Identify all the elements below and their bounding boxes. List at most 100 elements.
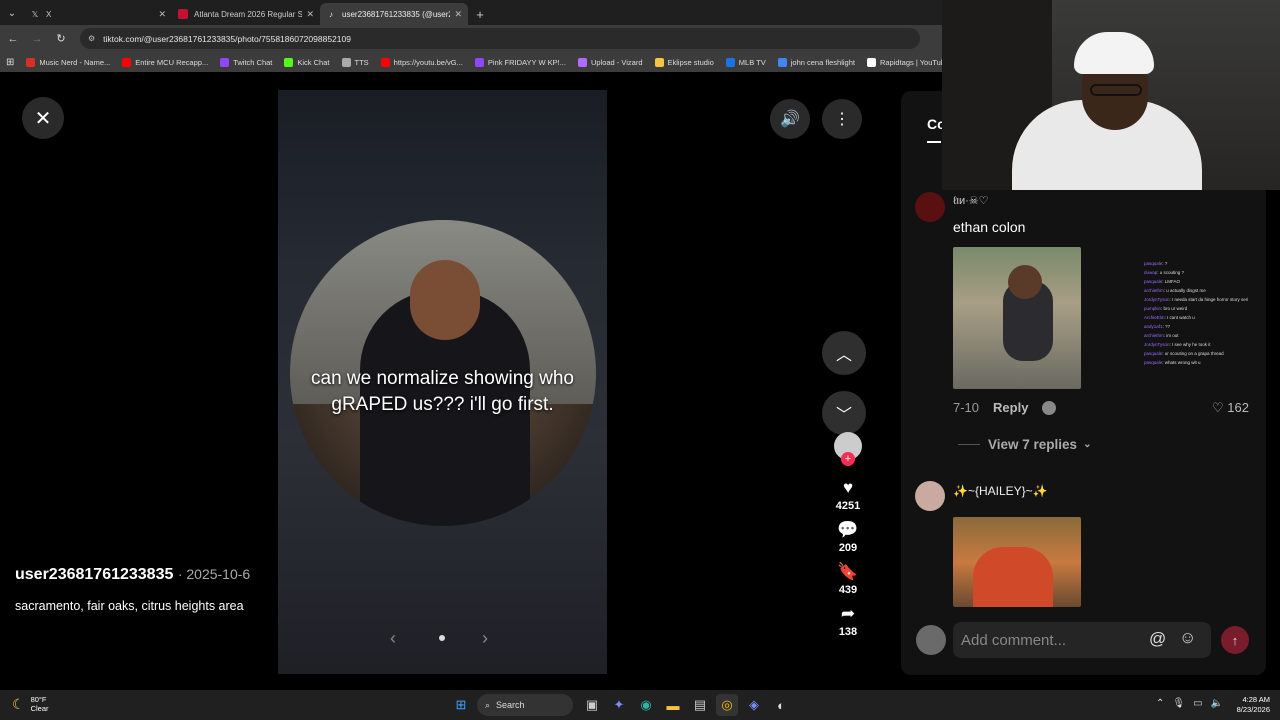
close-button[interactable]: ✕ xyxy=(22,97,64,139)
bookmark-item[interactable]: https://youtu.be/vG... xyxy=(380,57,463,67)
stream-chat-overlay: pasquale: ? duwap: u scouting ? pasquale… xyxy=(1144,259,1280,367)
chat-message: pumpkin: bro ur weird xyxy=(1144,306,1188,311)
avatar[interactable] xyxy=(915,481,945,511)
comment-username[interactable]: ✨~{HAILEY}~✨ xyxy=(953,484,1048,498)
bookmark-item[interactable]: Eklipse studio xyxy=(654,57,714,67)
share-icon: ➦ xyxy=(840,604,856,623)
chat-message: JordynTyson: I needa start da hinge horr… xyxy=(1144,297,1249,302)
chat-message: archiethm: im out xyxy=(1144,333,1179,338)
bookmark-item[interactable]: Kick Chat xyxy=(284,57,330,67)
bookmark-item[interactable]: Upload - Vizard xyxy=(577,57,643,67)
chat-message: pasquale: whats wrong wit u xyxy=(1144,360,1201,365)
apps-icon[interactable]: ⊞ xyxy=(6,57,14,68)
microphone-icon[interactable]: 🎙 xyxy=(1172,698,1185,709)
comment-button[interactable]: 💬 209 xyxy=(837,520,858,554)
weather-widget[interactable]: ☾ 80°F Clear xyxy=(12,695,49,713)
post-date: · 2025-10-6 xyxy=(177,566,251,582)
copilot-icon[interactable]: ✦ xyxy=(608,694,630,716)
carousel-prev-icon[interactable]: ‹ xyxy=(390,628,396,649)
windows-start-icon[interactable]: ⊞ xyxy=(450,694,472,716)
chat-message: JordynTyson: I see why he took it xyxy=(1144,342,1211,347)
url-bar[interactable]: ⚙ tiktok.com/@user23681761233835/photo/7… xyxy=(80,28,920,49)
site-info-icon[interactable]: ⚙ xyxy=(88,34,95,43)
comment-image[interactable] xyxy=(953,517,1081,607)
atlanta-dream-icon xyxy=(178,9,188,19)
eklipse-icon xyxy=(654,57,664,67)
webcam-overlay xyxy=(942,0,1280,190)
weather-condition: Clear xyxy=(30,704,49,713)
display-icon[interactable]: ▭ xyxy=(1193,698,1202,709)
forward-button[interactable]: → xyxy=(26,28,48,50)
bookmark-item[interactable]: MLB TV xyxy=(725,57,766,67)
avatar xyxy=(916,625,946,655)
back-button[interactable]: ← xyxy=(2,28,24,50)
obs-icon[interactable]: ◐ xyxy=(770,694,792,716)
chat-message: andy1af1: ?? xyxy=(1144,324,1171,329)
bookmark-item[interactable]: TTS xyxy=(341,57,369,67)
author-username[interactable]: user23681761233835 xyxy=(15,566,173,583)
bookmark-icon xyxy=(26,57,36,67)
post-photo[interactable]: can we normalize showing who gRAPED us??… xyxy=(278,90,607,674)
post-author[interactable]: user23681761233835 · 2025-10-6 xyxy=(15,566,250,584)
tab-search-icon[interactable]: ⌄ xyxy=(0,1,24,25)
taskbar-clock[interactable]: 4:28 AM 8/23/2026 xyxy=(1232,695,1270,715)
reply-button[interactable]: Reply xyxy=(993,400,1028,415)
moon-icon: ☾ xyxy=(12,695,25,712)
edge-icon[interactable]: ◉ xyxy=(635,694,657,716)
mention-icon[interactable]: @ xyxy=(1149,629,1166,649)
chat-message: pasquale: ? xyxy=(1144,261,1168,266)
comment-username[interactable]: ℓιи·☠♡ xyxy=(953,194,989,207)
discord-icon[interactable]: ◈ xyxy=(743,694,765,716)
view-replies-button[interactable]: View 7 replies ⌄ xyxy=(958,437,1091,452)
tab-atlanta-dream[interactable]: Atlanta Dream 2026 Regular Se ✕ xyxy=(172,3,320,25)
share-button[interactable]: ➦ 138 xyxy=(839,604,857,638)
bookmark-item[interactable]: Rapidtags | YouTub... xyxy=(866,57,942,67)
bookmark-item[interactable]: Twitch Chat xyxy=(220,57,272,67)
bookmark-item[interactable]: john cena fleshlight xyxy=(777,57,855,67)
previous-post-button[interactable]: ︿ xyxy=(822,331,866,375)
tab-tiktok[interactable]: ♪ user23681761233835 (@user2 ✕ xyxy=(320,3,468,25)
comment-like-button[interactable]: ♡ 162 xyxy=(1212,400,1249,416)
next-post-button[interactable]: ﹀ xyxy=(822,391,866,435)
speaker-icon: 🔊 xyxy=(780,111,800,128)
emoji-icon[interactable]: ☺ xyxy=(1179,628,1196,648)
task-view-icon[interactable]: ▣ xyxy=(581,694,603,716)
chrome-icon[interactable]: ◎ xyxy=(716,694,738,716)
avatar[interactable] xyxy=(915,192,945,222)
save-button[interactable]: 🔖 439 xyxy=(837,562,858,596)
close-tab-icon[interactable]: ✕ xyxy=(454,9,462,20)
new-tab-button[interactable]: + xyxy=(468,3,492,25)
volume-button[interactable]: 🔊 xyxy=(770,99,810,139)
chat-message: pasquale: ur scouting on a grapa thread xyxy=(1144,351,1224,356)
taskbar-apps: ⊞ ⌕ Search ▣ ✦ ◉ ▬ ▤ ◎ ◈ ◐ xyxy=(450,694,797,716)
send-button[interactable]: ↑ xyxy=(1221,626,1249,654)
bookmark-item[interactable]: Entire MCU Recapp... xyxy=(122,57,208,67)
carousel-dot[interactable] xyxy=(439,635,445,641)
reload-button[interactable]: ↻ xyxy=(50,28,72,50)
comment-input[interactable]: Add comment... xyxy=(953,622,1211,658)
more-vertical-icon: ⋮ xyxy=(834,111,850,128)
heart-outline-icon: ♡ xyxy=(1212,400,1224,415)
taskbar-search[interactable]: ⌕ Search xyxy=(477,694,573,716)
kick-icon xyxy=(284,57,294,67)
comment-time: 7-10 xyxy=(953,400,980,415)
bookmark-item[interactable]: Music Nerd - Name... xyxy=(26,57,110,67)
carousel-next-icon[interactable]: › xyxy=(482,628,488,649)
speaker-icon[interactable]: 🔈 xyxy=(1211,698,1223,709)
like-button[interactable]: ♥ 4251 xyxy=(836,478,860,512)
chat-message: duwap: u scouting ? xyxy=(1144,270,1185,275)
store-icon[interactable]: ▤ xyxy=(689,694,711,716)
author-avatar[interactable]: + xyxy=(834,432,862,466)
x-logo-icon: 𝕏 xyxy=(31,9,39,19)
chevron-up-icon[interactable]: ⌃ xyxy=(1156,698,1164,709)
comment-image[interactable] xyxy=(953,247,1081,389)
tab-x[interactable]: 𝕏 X ✕ xyxy=(24,3,172,25)
clock-time: 4:28 AM xyxy=(1242,695,1270,704)
bookmark-item[interactable]: Pink FRIDAYY W KP!... xyxy=(474,57,566,67)
file-explorer-icon[interactable]: ▬ xyxy=(662,694,684,716)
follow-plus-icon[interactable]: + xyxy=(841,452,855,466)
close-tab-icon[interactable]: ✕ xyxy=(158,9,166,20)
share-count: 138 xyxy=(838,626,858,638)
more-options-button[interactable]: ⋮ xyxy=(822,99,862,139)
close-tab-icon[interactable]: ✕ xyxy=(306,9,314,20)
